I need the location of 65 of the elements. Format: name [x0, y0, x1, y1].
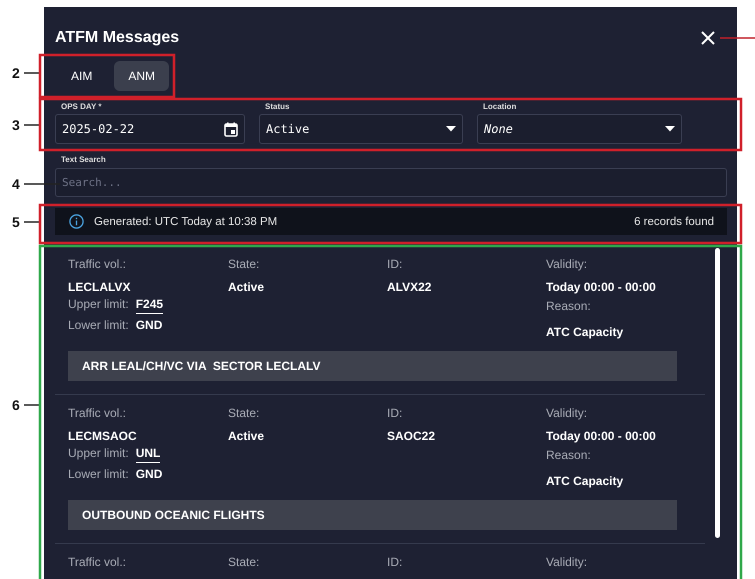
dialog-title: ATFM Messages [55, 29, 180, 47]
field-label: Reason: [546, 448, 591, 462]
field-value: GND [136, 467, 162, 481]
field-label: State: [228, 555, 260, 569]
leader-line [24, 72, 40, 74]
field-value: Active [228, 429, 266, 443]
field-label: Lower limit: [68, 467, 129, 481]
field-value: LECMSAOC [68, 429, 138, 443]
field-value: ATC Capacity [546, 325, 624, 339]
field-label: Traffic vol.: [68, 555, 128, 569]
message-bar: ARR LEAL/CH/VC VIA SECTOR LECLALV [68, 351, 677, 381]
callout-number: 4 [12, 176, 20, 192]
date-field[interactable]: 2025-02-22 [55, 114, 245, 144]
field-value: Today 00:00 - 00:00 [546, 280, 657, 294]
dropdown-field[interactable]: None [477, 114, 682, 144]
calendar-icon [224, 122, 238, 136]
field-value: GND [136, 318, 162, 332]
field-value: Today 00:00 - 00:00 [546, 429, 657, 443]
field-label: Reason: [546, 299, 591, 313]
field-label: Validity: [546, 257, 588, 271]
field-value: SAOC22 [387, 429, 436, 443]
leader-line [24, 124, 40, 126]
field-label: Location [482, 102, 518, 111]
field-label: Validity: [546, 555, 588, 569]
field-label: Validity: [546, 406, 588, 420]
info-icon [69, 214, 84, 229]
field-label: Upper limit: [68, 446, 129, 460]
field-label: Status [264, 102, 290, 111]
field-label: ID: [387, 406, 404, 420]
scrollbar-thumb[interactable] [715, 248, 720, 538]
leader-line [24, 183, 60, 185]
close-icon [700, 30, 716, 46]
callout-number: 6 [12, 397, 20, 413]
message-bar: OUTBOUND OCEANIC FLIGHTS [68, 500, 677, 530]
field-label: State: [228, 257, 260, 271]
tab[interactable]: AIM [57, 61, 106, 91]
field-label: Lower limit: [68, 318, 129, 332]
record-count: 6 records found [634, 216, 714, 228]
field-label: ID: [387, 555, 404, 569]
field-value: UNL [136, 446, 160, 463]
close-button[interactable] [700, 30, 716, 46]
field-label: Traffic vol.: [68, 257, 128, 271]
field-label: Upper limit: [68, 297, 129, 311]
leader-line [720, 37, 755, 39]
field-label: ID: [387, 257, 404, 271]
dropdown-caret-icon [446, 126, 456, 132]
field-value: ALVX22 [387, 280, 432, 294]
field-value: Active [228, 280, 266, 294]
dropdown-field[interactable]: Active [259, 114, 463, 144]
generated-text: Generated: UTC Today at 10:38 PM [94, 216, 278, 228]
field-label: Traffic vol.: [68, 406, 128, 420]
field-label: State: [228, 406, 260, 420]
field-label: Text Search [60, 155, 107, 164]
field-label: OPS DAY * [60, 102, 102, 111]
search-field[interactable]: Search... [55, 168, 727, 197]
callout-number: 5 [12, 214, 20, 230]
field-value: F245 [136, 297, 164, 314]
leader-line [24, 221, 40, 223]
leader-line [24, 404, 40, 406]
field-value: LECLALVX [68, 280, 132, 294]
callout-number: 3 [12, 117, 20, 133]
tab[interactable]: ANM [114, 61, 170, 91]
dropdown-caret-icon [665, 126, 675, 132]
field-value: ATC Capacity [546, 474, 624, 488]
callout-number: 2 [12, 65, 20, 81]
